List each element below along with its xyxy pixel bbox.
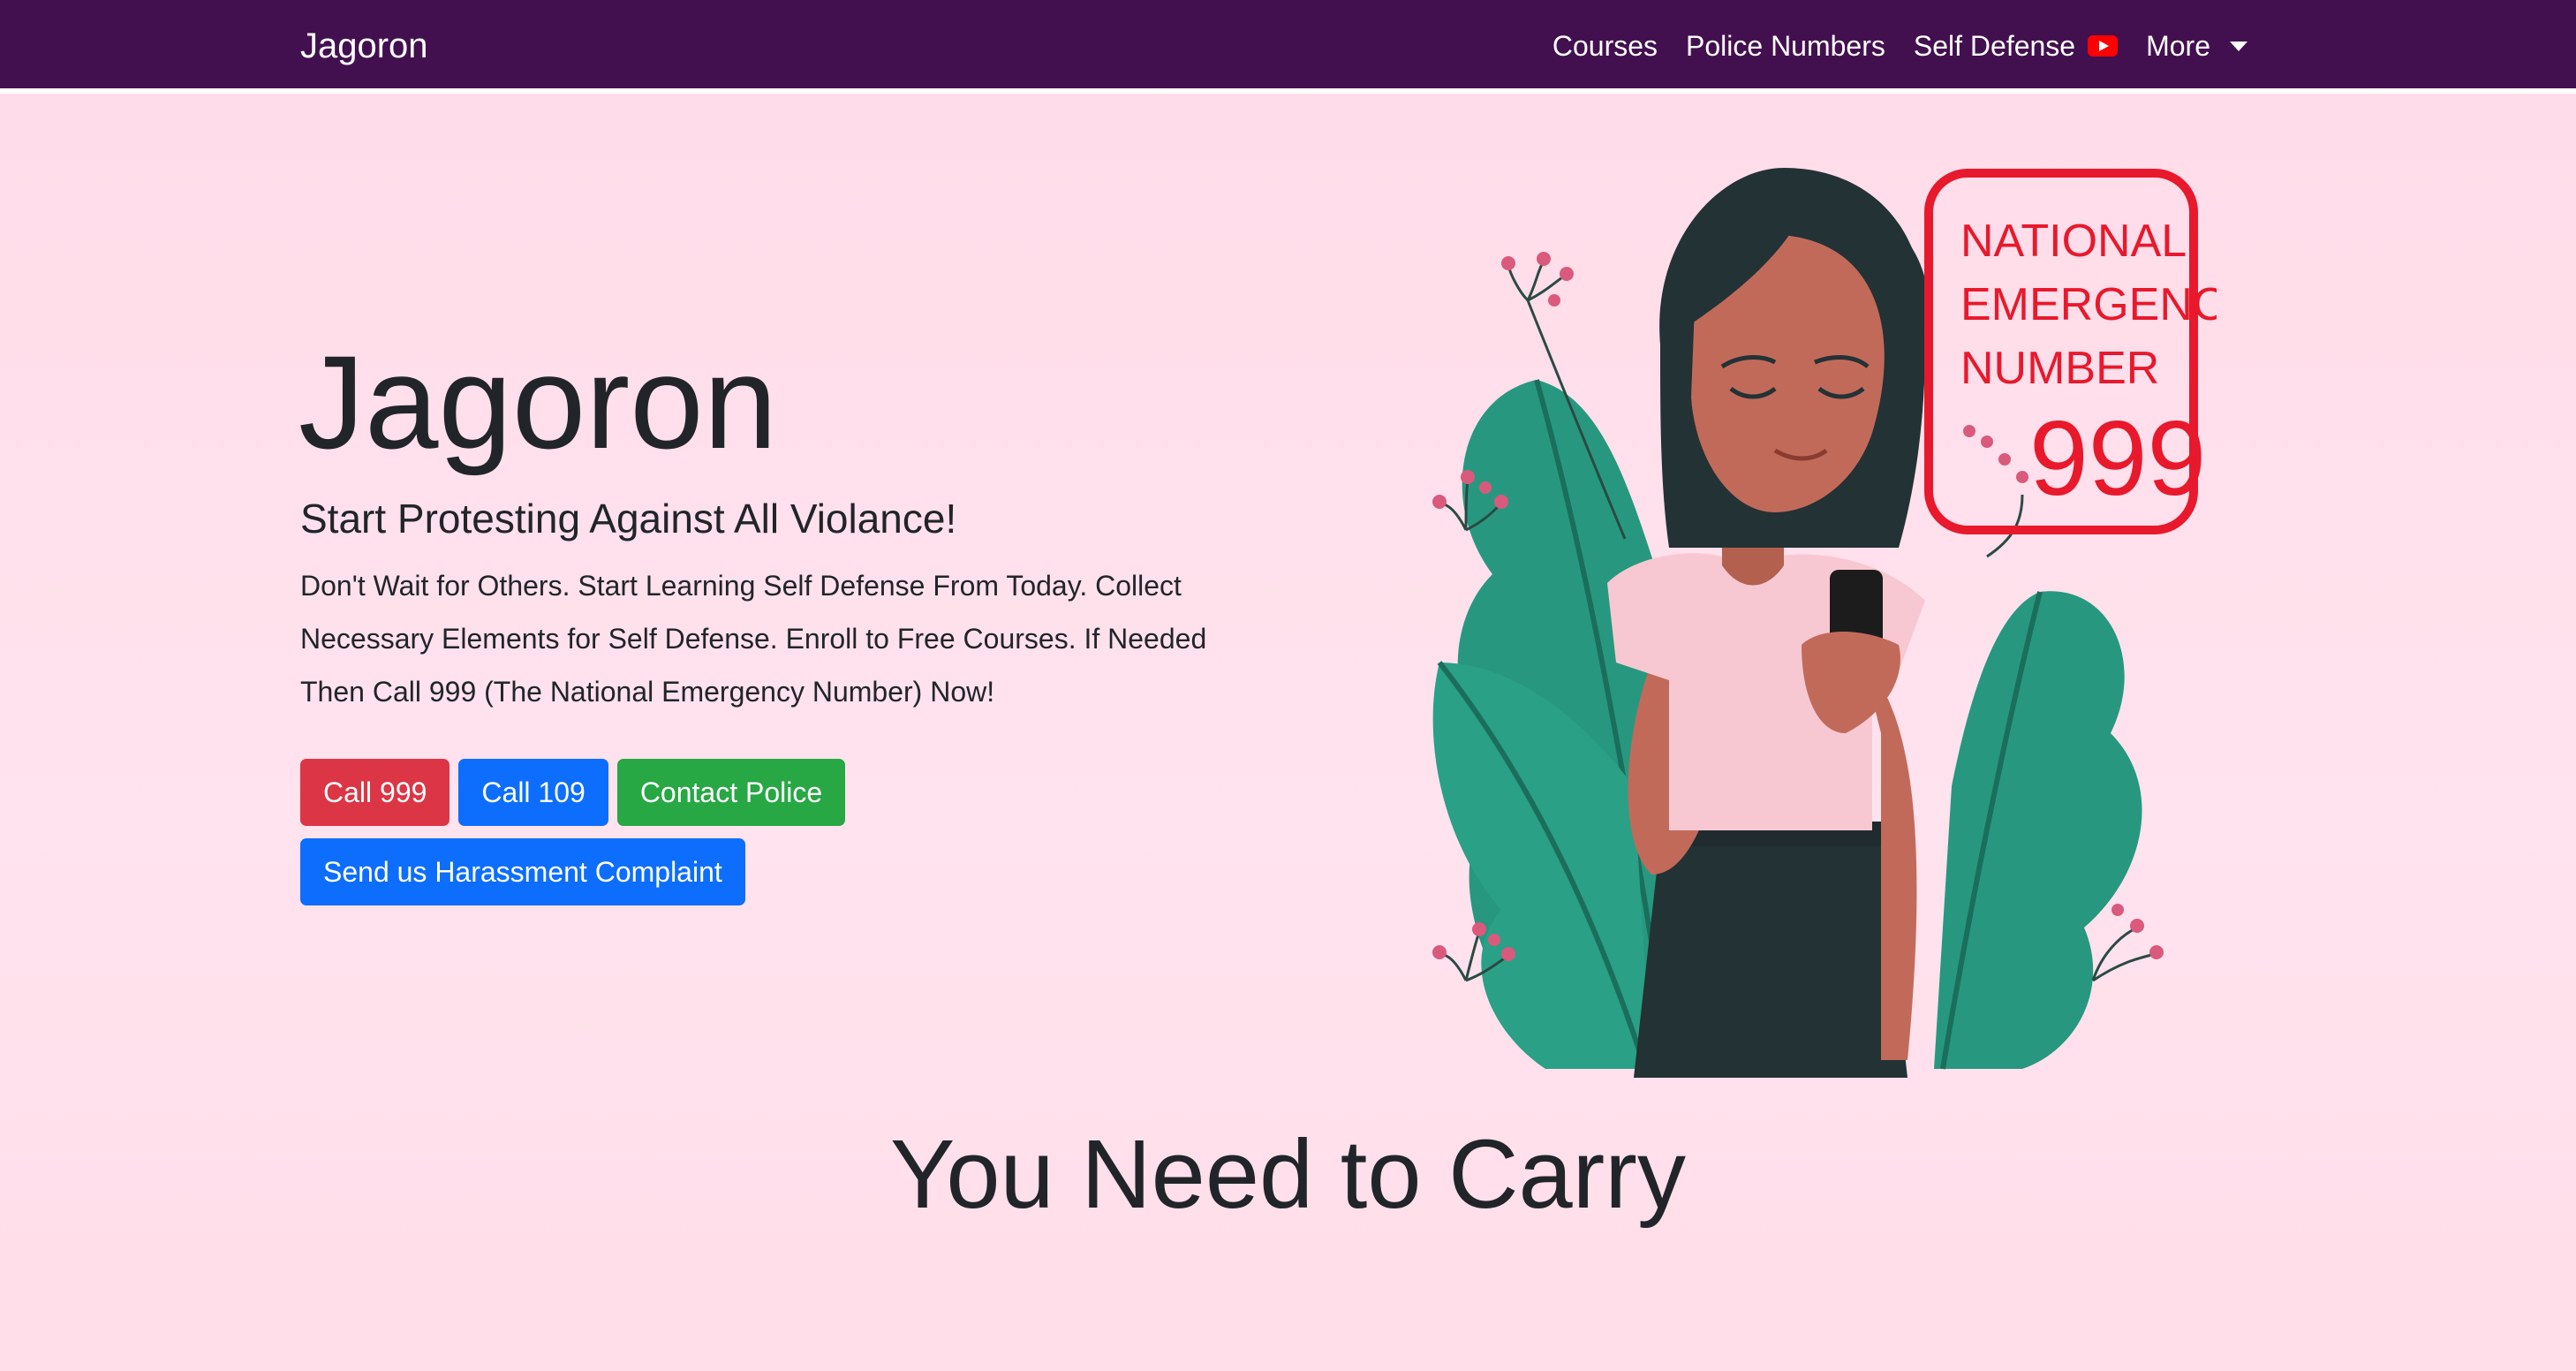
- sign-line-national: NATIONAL: [1960, 216, 2187, 267]
- nav-item-more-dropdown[interactable]: More: [2146, 21, 2247, 71]
- hero-description: Don't Wait for Others. Start Learning Se…: [300, 570, 1207, 708]
- call-999-button[interactable]: Call 999: [300, 759, 450, 826]
- harassment-complaint-button[interactable]: Send us Harassment Complaint: [300, 838, 745, 905]
- nav-label-courses: Courses: [1552, 30, 1658, 62]
- top-navbar: Jagoron Courses Police Numbers Self Defe…: [0, 0, 2576, 94]
- nav-menu: Courses Police Numbers Self Defense More: [1552, 21, 2247, 71]
- emergency-sign: NATIONAL EMERGENCY NUMBER 999: [1924, 169, 2217, 534]
- sign-emergency-number: 999: [2029, 399, 2206, 518]
- hero-illustration: NATIONAL EMERGENCY NUMBER 999: [1432, 168, 2217, 1078]
- leaves-right: [1934, 591, 2142, 1070]
- woman-figure: [1607, 168, 1930, 1078]
- sign-line-number: NUMBER: [1960, 343, 2159, 394]
- contact-police-button[interactable]: Contact Police: [616, 759, 846, 826]
- nav-label-police-numbers: Police Numbers: [1686, 30, 1885, 62]
- nav-item-courses[interactable]: Courses: [1552, 21, 1658, 71]
- call-109-button[interactable]: Call 109: [458, 759, 608, 826]
- caret-down-icon: [2230, 41, 2247, 51]
- nav-item-self-defense[interactable]: Self Defense: [1913, 21, 2119, 71]
- complaint-button-row: Send us Harassment Complaint: [300, 838, 745, 905]
- section-title: You Need to Carry: [890, 1120, 1686, 1229]
- hero-subtitle: Start Protesting Against All Violance!: [300, 496, 957, 542]
- hero-title: Jagoron: [298, 328, 778, 476]
- navbar-brand[interactable]: Jagoron: [300, 21, 428, 71]
- cta-button-row: Call 999 Call 109 Contact Police: [300, 759, 846, 826]
- sign-line-emergency: EMERGENCY: [1960, 279, 2217, 330]
- nav-label-self-defense: Self Defense: [1913, 30, 2076, 62]
- nav-label-more: More: [2146, 30, 2210, 62]
- nav-item-police-numbers[interactable]: Police Numbers: [1686, 21, 1885, 71]
- youtube-icon: [2088, 35, 2119, 57]
